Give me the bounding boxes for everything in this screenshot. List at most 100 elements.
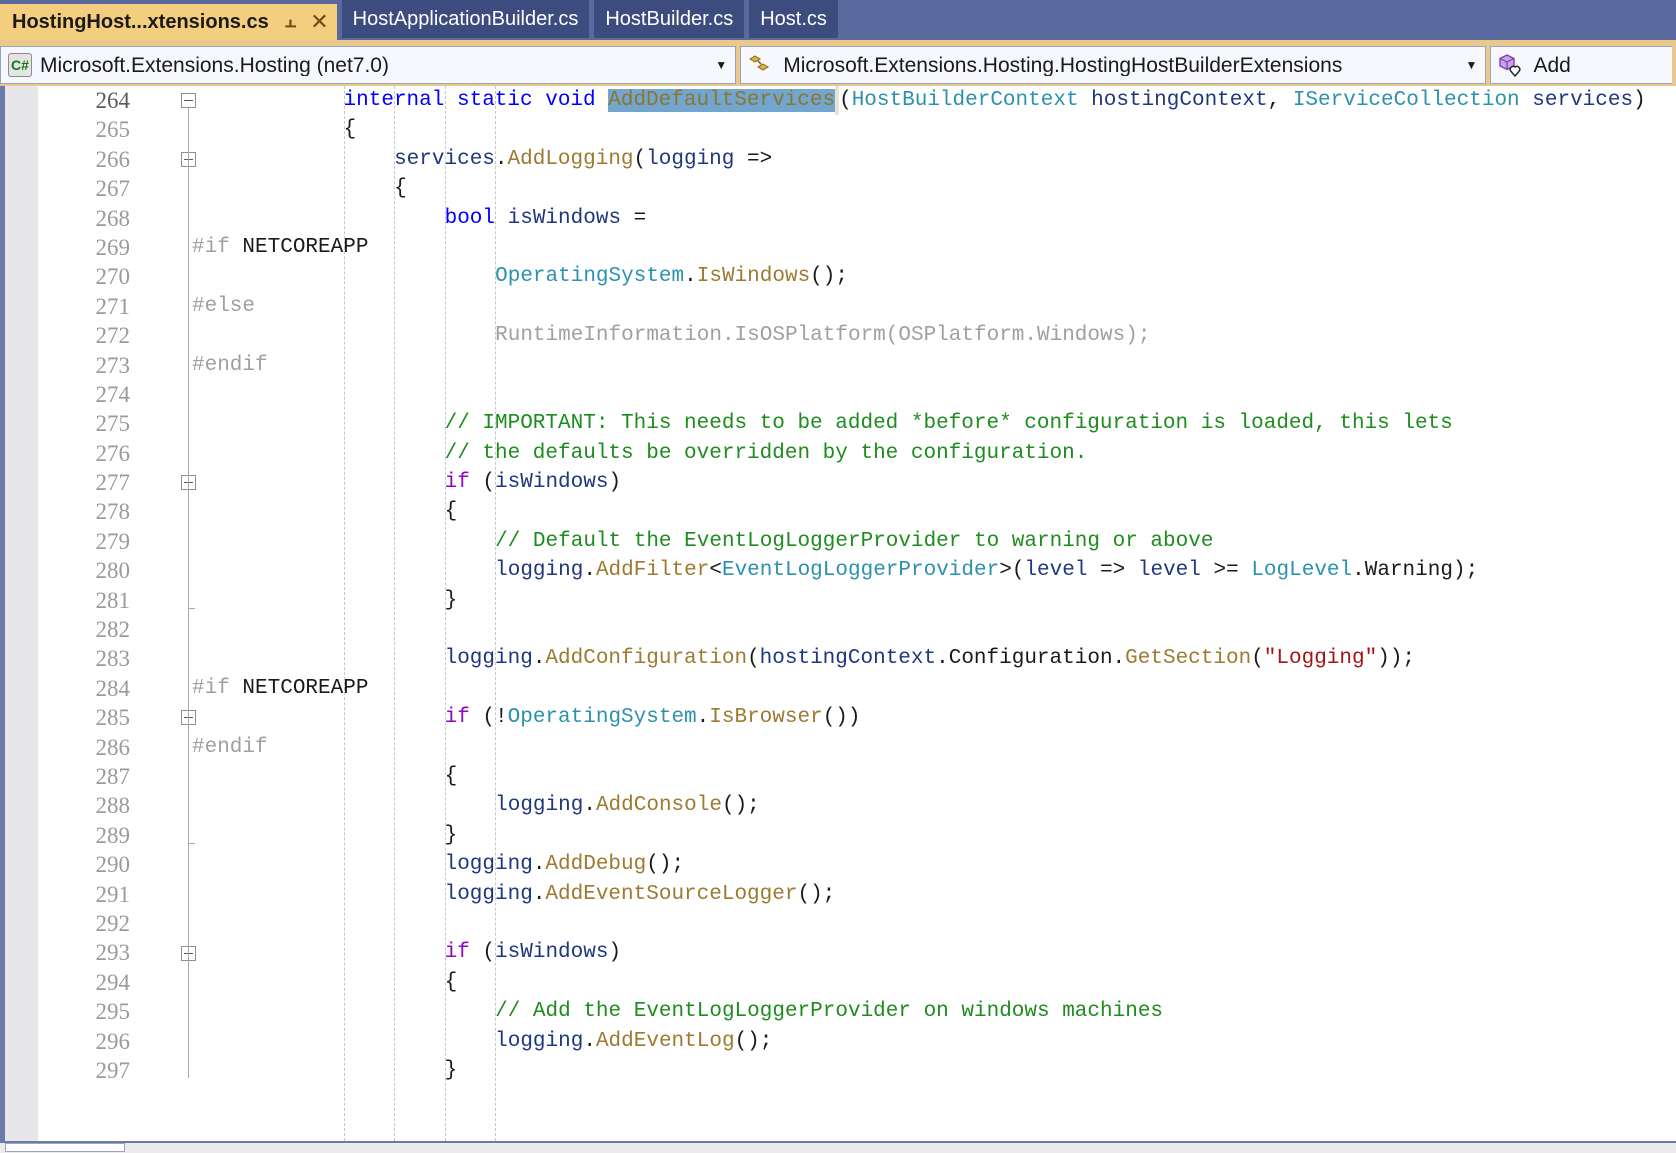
member-dropdown[interactable]: Add	[1490, 46, 1672, 84]
code-line[interactable]: 267 {	[0, 174, 1676, 203]
line-number: 267	[95, 176, 131, 202]
code-token: (	[469, 941, 496, 965]
code-line[interactable]: 264 internal static void AddDefaultServic…	[0, 86, 1676, 116]
method-icon	[1497, 52, 1525, 78]
code-line[interactable]: 275 // IMPORTANT: This needs to be added …	[0, 409, 1676, 438]
code-line[interactable]: 295 // Add the EventLogLoggerProvider on …	[0, 997, 1676, 1026]
code-line[interactable]: 290 logging.AddDebug();	[0, 850, 1676, 879]
code-token: AddEventLog	[595, 1029, 735, 1053]
code-token: )	[1633, 89, 1646, 112]
code-token: >(	[999, 559, 1025, 583]
chevron-down-icon[interactable]: ▼	[1457, 59, 1485, 71]
code-line[interactable]: 278 {	[0, 497, 1676, 526]
code-token: AddDebug	[545, 853, 647, 877]
code-line[interactable]: 270 OperatingSystem.IsWindows();	[0, 262, 1676, 291]
code-line-text: logging.AddFilter<EventLogLoggerProvider…	[495, 556, 1478, 585]
editor-tab-3[interactable]: HostBuilder.cs	[594, 0, 745, 38]
code-line-text: // the defaults be overridden by the con…	[445, 439, 1088, 468]
code-text-area[interactable]: 264 internal static void AddDefaultServic…	[0, 86, 1676, 1141]
line-number: 268	[95, 205, 131, 231]
navigation-bar: C# Microsoft.Extensions.Hosting (net7.0)…	[0, 40, 1676, 86]
code-line[interactable]: 279 // Default the EventLogLoggerProvider…	[0, 527, 1676, 556]
code-token: RuntimeInformation.IsOSPlatform(OSPlatfo…	[495, 324, 1151, 348]
code-line[interactable]: 296 logging.AddEventLog();	[0, 1027, 1676, 1056]
code-line-text: #if NETCOREAPP	[192, 674, 368, 703]
code-line[interactable]: 271 #else	[0, 292, 1676, 321]
line-number: 265	[95, 117, 131, 143]
code-token: // Default the EventLogLoggerProvider to…	[495, 529, 1214, 553]
code-line[interactable]: 283 logging.AddConfiguration(hostingConte…	[0, 644, 1676, 673]
code-token: #else	[192, 294, 256, 318]
line-number: 283	[95, 646, 131, 672]
code-token: .	[532, 647, 546, 671]
code-line[interactable]: 288 logging.AddConsole();	[0, 791, 1676, 820]
code-token: (!	[469, 706, 508, 730]
code-token: services	[1532, 89, 1634, 112]
code-token: (	[747, 647, 760, 671]
code-token: .	[1352, 559, 1365, 583]
code-line[interactable]: 274	[0, 380, 1676, 409]
line-number: 290	[95, 852, 131, 878]
code-line[interactable]: 281}	[0, 586, 1676, 615]
project-dropdown[interactable]: C# Microsoft.Extensions.Hosting (net7.0)…	[0, 46, 737, 84]
code-line-text: // Default the EventLogLoggerProvider to…	[495, 527, 1213, 556]
code-line[interactable]: 265 {	[0, 115, 1676, 144]
code-line[interactable]: 266 services.AddLogging(logging =>	[0, 145, 1676, 174]
line-number: 296	[95, 1028, 131, 1054]
code-line[interactable]: 287 {	[0, 762, 1676, 791]
code-line[interactable]: 286 #endif	[0, 733, 1676, 762]
editor-tab-label: HostBuilder.cs	[605, 8, 734, 30]
code-token: );	[1452, 559, 1479, 583]
code-line-text: logging.AddEventLog();	[495, 1027, 772, 1056]
editor-tab-label: Host.cs	[760, 8, 827, 30]
code-token: logging	[495, 1029, 584, 1053]
code-token: ())	[822, 706, 861, 730]
code-line[interactable]: 280 logging.AddFilter<EventLogLoggerProvi…	[0, 556, 1676, 585]
code-line[interactable]: 297}	[0, 1056, 1676, 1085]
type-dropdown[interactable]: Microsoft.Extensions.Hosting.HostingHost…	[740, 46, 1487, 84]
code-line[interactable]: 284 #if NETCOREAPP	[0, 674, 1676, 703]
code-line[interactable]: 294 {	[0, 968, 1676, 997]
code-line[interactable]: 269 #if NETCOREAPP	[0, 233, 1676, 262]
code-line[interactable]: 293 if (isWindows)	[0, 938, 1676, 967]
code-line[interactable]: 289}	[0, 821, 1676, 850]
code-token: )	[608, 941, 622, 965]
code-token: AddLogging	[507, 147, 634, 171]
code-line[interactable]: 273 #endif	[0, 351, 1676, 380]
horizontal-scrollbar[interactable]	[5, 1143, 125, 1152]
code-line[interactable]: 277 if (isWindows)	[0, 468, 1676, 497]
code-line-text: #if NETCOREAPP	[192, 233, 368, 262]
chevron-down-icon[interactable]: ▼	[707, 59, 735, 71]
csharp-project-icon: C#	[8, 53, 32, 77]
code-line-text: #endif	[192, 351, 268, 380]
code-editor[interactable]: 264 internal static void AddDefaultServic…	[0, 86, 1676, 1153]
code-token: .	[696, 706, 710, 730]
code-line[interactable]: 282	[0, 615, 1676, 644]
line-number: 281	[95, 587, 131, 613]
code-line[interactable]: 291 logging.AddEventSourceLogger();	[0, 880, 1676, 909]
code-line[interactable]: 272 RuntimeInformation.IsOSPlatform(OSPla…	[0, 321, 1676, 350]
code-line[interactable]: 285 if (!OperatingSystem.IsBrowser())	[0, 703, 1676, 732]
code-token: isWindows	[507, 206, 622, 230]
code-token: AddEventSourceLogger	[545, 882, 798, 906]
editor-tab-label: HostingHost...xtensions.cs	[12, 11, 269, 33]
code-token: OperatingSystem	[495, 265, 685, 289]
editor-tab-2[interactable]: HostApplicationBuilder.cs	[341, 0, 590, 38]
code-line[interactable]: 276 // the defaults be overridden by the …	[0, 439, 1676, 468]
class-icon	[747, 52, 775, 78]
code-token: hostingContext	[1091, 89, 1268, 112]
pin-icon[interactable]: ⫠	[285, 12, 297, 31]
code-line[interactable]: 292	[0, 909, 1676, 938]
editor-tab-4[interactable]: Host.cs	[749, 0, 838, 38]
code-token: isWindows	[495, 941, 609, 965]
code-line[interactable]: 268 bool isWindows =	[0, 204, 1676, 233]
code-token: <	[709, 559, 722, 583]
code-token: }	[444, 588, 458, 612]
code-token: {	[343, 118, 357, 142]
line-number: 294	[95, 969, 131, 995]
code-lines[interactable]: 264 internal static void AddDefaultServic…	[0, 86, 1676, 1085]
close-icon[interactable]: ✕	[310, 11, 328, 33]
editor-tab-1[interactable]: HostingHost...xtensions.cs ⫠ ✕	[0, 4, 337, 40]
